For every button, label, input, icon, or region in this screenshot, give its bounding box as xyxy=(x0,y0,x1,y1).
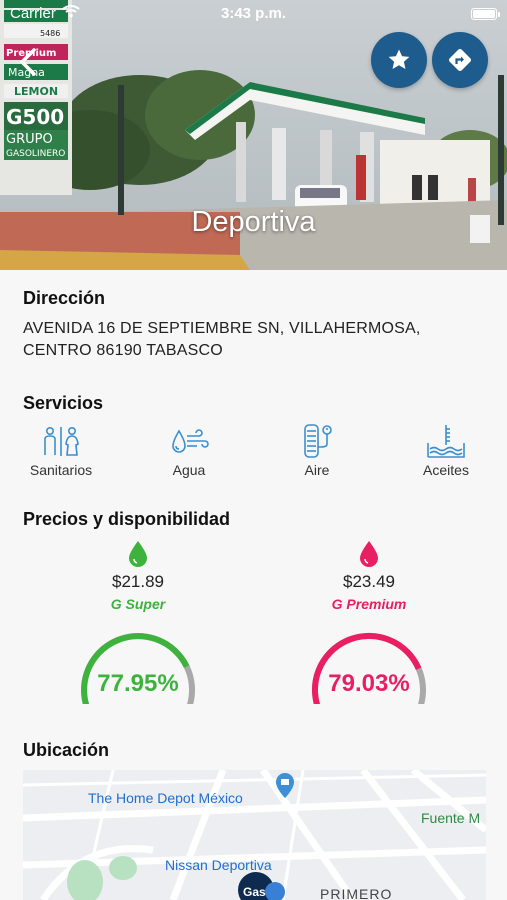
fuel-price: $21.89 xyxy=(112,572,164,591)
sign-lemon-text: LEMON xyxy=(14,85,58,98)
map-label-primero: PRIMERO xyxy=(320,886,393,900)
status-bar: Carrier 3:43 p.m. xyxy=(0,0,507,28)
fuel-super-column: $21.89 G Super xyxy=(58,540,218,612)
star-icon xyxy=(388,49,410,69)
sign-g500-text: G500 xyxy=(6,105,64,129)
service-oils: Aceites xyxy=(396,422,496,478)
battery-icon xyxy=(471,8,500,20)
restroom-icon xyxy=(44,426,79,456)
address-heading: Dirección xyxy=(23,288,106,308)
station-hero-image: 5486 Premium Magna LEMON G500 GRUPO GASO… xyxy=(0,0,507,270)
brand-g-icon: G xyxy=(110,596,122,612)
services-heading: Servicios xyxy=(23,393,104,413)
fuel-brand-label: Super xyxy=(125,596,166,612)
availability-percent: 79.03% xyxy=(328,670,410,697)
fuel-premium-column: $23.49 G Premium xyxy=(289,540,449,612)
sign-gasolinero-text: GASOLINERO xyxy=(6,149,65,159)
service-label: Aire xyxy=(304,462,330,478)
location-heading: Ubicación xyxy=(23,740,110,760)
fuel-drop-icon xyxy=(129,541,147,567)
map-label-nissan: Nissan Deportiva xyxy=(165,857,272,873)
brand-g-icon: G xyxy=(331,596,343,612)
clock-time: 3:43 p.m. xyxy=(220,5,287,22)
service-label: Sanitarios xyxy=(29,462,93,478)
map-label-fuente: Fuente M xyxy=(421,810,481,826)
service-label: Agua xyxy=(172,462,206,478)
map-label-home-depot: The Home Depot México xyxy=(88,790,243,806)
service-restrooms: Sanitarios xyxy=(11,422,111,478)
address-text: AVENIDA 16 DE SEPTIEMBRE SN, VILLAHERMOS… xyxy=(23,320,421,359)
tire-pressure-icon xyxy=(304,424,332,458)
oil-level-icon xyxy=(427,425,465,458)
service-label: Aceites xyxy=(423,462,469,478)
station-name: Deportiva xyxy=(191,206,316,238)
fuel-price: $23.49 xyxy=(343,572,395,591)
back-chevron-icon[interactable] xyxy=(14,44,44,80)
fuel-drop-icon xyxy=(360,541,378,567)
location-map[interactable]: The Home Depot México Fuente M Nissan De… xyxy=(23,770,486,900)
services-list: Sanitarios Agua Aire Aceites xyxy=(0,422,507,482)
availability-percent: 77.95% xyxy=(97,670,179,697)
service-water: Agua xyxy=(139,422,239,478)
directions-icon xyxy=(449,49,471,71)
favorite-button[interactable] xyxy=(371,32,427,88)
directions-button[interactable] xyxy=(432,32,488,88)
availability-gauge-premium: 79.03% xyxy=(307,632,431,715)
sign-price-text: 5486 xyxy=(40,29,60,38)
service-air: Aire xyxy=(267,422,367,478)
availability-gauge-super: 77.95% xyxy=(76,632,200,715)
fuel-brand-label: Premium xyxy=(346,596,407,612)
fuel-brand-super: G Super xyxy=(58,596,218,612)
sign-grupo-text: GRUPO xyxy=(6,132,53,147)
water-air-icon xyxy=(172,429,209,453)
fuel-brand-premium: G Premium xyxy=(289,596,449,612)
prices-heading: Precios y disponibilidad xyxy=(23,509,231,529)
station-marker[interactable]: Gas xyxy=(243,885,266,899)
